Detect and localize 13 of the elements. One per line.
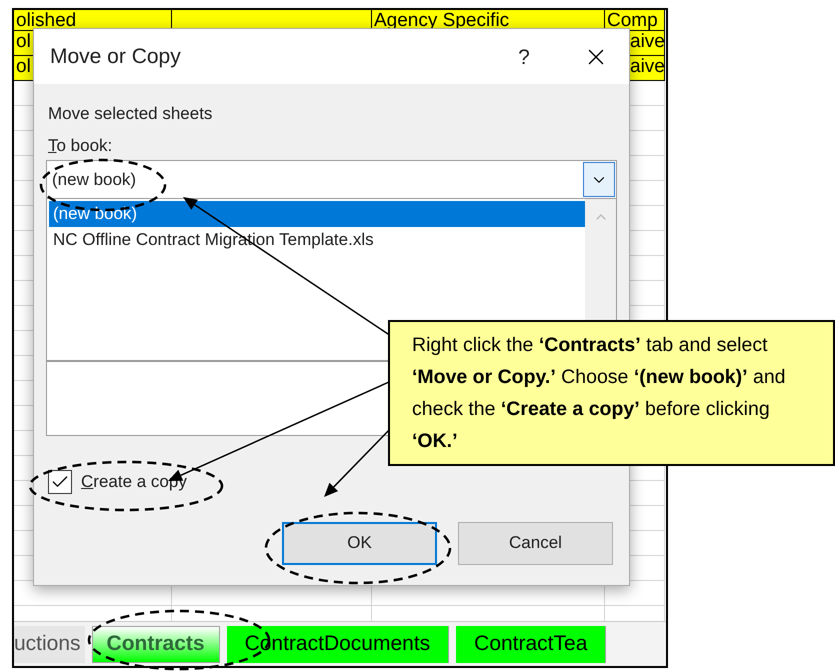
sheet-tab[interactable]: uctions [14, 626, 85, 662]
help-button[interactable]: ? [509, 42, 539, 72]
sheet-tab[interactable]: Contracts [92, 626, 220, 662]
chevron-down-icon [583, 162, 615, 197]
book-dropdown[interactable]: (new book) [46, 160, 617, 199]
field-label: To book: [47, 135, 112, 155]
table-cell: Comp [605, 10, 665, 31]
section-label: Move selected sheets [47, 103, 214, 123]
cancel-button[interactable]: Cancel [458, 522, 613, 564]
checkbox[interactable] [48, 470, 72, 494]
callout-tooltip: Right click the ‘Contracts’ tab and select ‘Move or Copy.’ Choose ‘(new book)’ and check the ‘Create a copy’ before clicking ‘OK.’ [388, 320, 835, 466]
ok-button[interactable]: OK [282, 522, 437, 564]
sheet-tab[interactable]: ContractTea [456, 626, 606, 662]
